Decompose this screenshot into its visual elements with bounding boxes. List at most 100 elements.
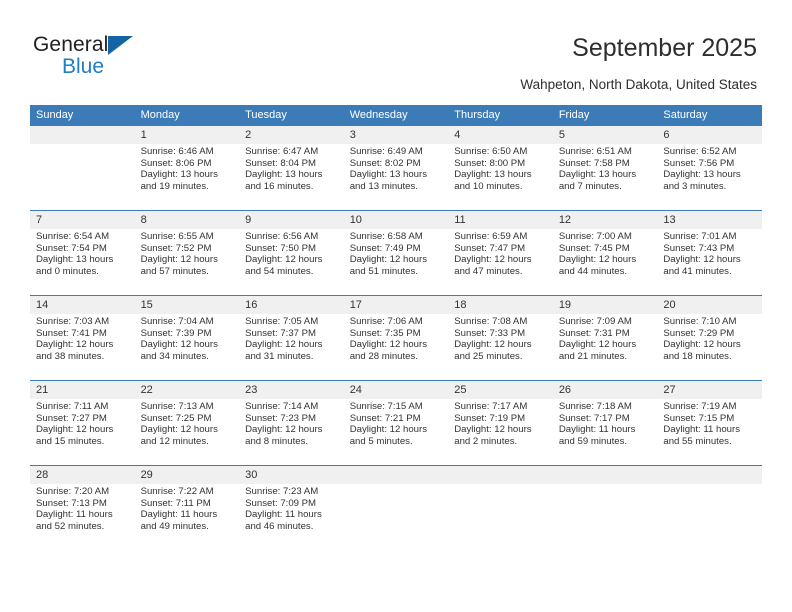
day-number[interactable]: 14 bbox=[30, 295, 135, 314]
calendar-body: 1 2 3 4 5 6 Sunrise: 6:46 AM Sunset: 8:0… bbox=[30, 126, 762, 550]
day-cell[interactable]: Sunrise: 6:55 AM Sunset: 7:52 PM Dayligh… bbox=[134, 229, 240, 296]
sunrise-text: Sunrise: 7:10 AM bbox=[663, 316, 737, 327]
day-cell[interactable]: Sunrise: 7:03 AM Sunset: 7:41 PM Dayligh… bbox=[30, 314, 135, 381]
day-number[interactable]: 18 bbox=[448, 295, 553, 314]
day-number[interactable]: 6 bbox=[657, 126, 762, 144]
page-subtitle-location: Wahpeton, North Dakota, United States bbox=[520, 77, 757, 92]
day-cell[interactable]: Sunrise: 7:00 AM Sunset: 7:45 PM Dayligh… bbox=[552, 229, 658, 296]
daylight-text-line2: and 16 minutes. bbox=[245, 180, 314, 192]
day-cell[interactable]: Sunrise: 7:13 AM Sunset: 7:25 PM Dayligh… bbox=[134, 399, 240, 466]
day-cell[interactable]: Sunrise: 7:11 AM Sunset: 7:27 PM Dayligh… bbox=[30, 399, 135, 466]
week-info-row: Sunrise: 6:54 AM Sunset: 7:54 PM Dayligh… bbox=[30, 229, 762, 296]
day-cell[interactable]: Sunrise: 7:17 AM Sunset: 7:19 PM Dayligh… bbox=[448, 399, 553, 466]
day-cell[interactable]: Sunrise: 6:50 AM Sunset: 8:00 PM Dayligh… bbox=[448, 144, 553, 211]
day-cell[interactable]: Sunrise: 6:47 AM Sunset: 8:04 PM Dayligh… bbox=[239, 144, 344, 211]
day-cell[interactable]: Sunrise: 7:01 AM Sunset: 7:43 PM Dayligh… bbox=[657, 229, 762, 296]
day-cell bbox=[343, 484, 449, 550]
day-number[interactable]: 30 bbox=[239, 465, 344, 484]
day-cell[interactable]: Sunrise: 7:18 AM Sunset: 7:17 PM Dayligh… bbox=[552, 399, 658, 466]
day-number[interactable]: 1 bbox=[134, 126, 240, 144]
day-number[interactable]: 11 bbox=[448, 210, 553, 229]
day-number[interactable]: 26 bbox=[552, 380, 658, 399]
day-number[interactable]: 4 bbox=[448, 126, 553, 144]
day-cell[interactable]: Sunrise: 6:49 AM Sunset: 8:02 PM Dayligh… bbox=[343, 144, 449, 211]
day-cell[interactable]: Sunrise: 6:54 AM Sunset: 7:54 PM Dayligh… bbox=[30, 229, 135, 296]
week-info-row: Sunrise: 7:11 AM Sunset: 7:27 PM Dayligh… bbox=[30, 399, 762, 466]
day-cell[interactable]: Sunrise: 7:20 AM Sunset: 7:13 PM Dayligh… bbox=[30, 484, 135, 550]
sunset-text: Sunset: 8:02 PM bbox=[349, 157, 421, 169]
daylight-text-line1: Daylight: 12 hours bbox=[245, 424, 323, 436]
generalblue-logo[interactable]: General Blue bbox=[33, 33, 183, 81]
sunset-text: Sunset: 7:21 PM bbox=[349, 412, 421, 424]
day-number[interactable]: 7 bbox=[30, 210, 135, 229]
day-number[interactable]: 13 bbox=[657, 210, 762, 229]
logo-triangle-icon bbox=[108, 36, 133, 55]
day-cell[interactable]: Sunrise: 7:05 AM Sunset: 7:37 PM Dayligh… bbox=[239, 314, 344, 381]
day-cell[interactable]: Sunrise: 7:14 AM Sunset: 7:23 PM Dayligh… bbox=[239, 399, 344, 466]
sunrise-text: Sunrise: 7:04 AM bbox=[140, 316, 214, 327]
day-number[interactable]: 10 bbox=[343, 210, 449, 229]
sunrise-text: Sunrise: 6:52 AM bbox=[663, 146, 737, 157]
week-number-row: 21 22 23 24 25 26 27 bbox=[30, 380, 762, 399]
day-cell[interactable]: Sunrise: 6:59 AM Sunset: 7:47 PM Dayligh… bbox=[448, 229, 553, 296]
daylight-text-line2: and 44 minutes. bbox=[558, 265, 628, 277]
daylight-text-line1: Daylight: 12 hours bbox=[558, 254, 637, 266]
daylight-text-line1: Daylight: 12 hours bbox=[663, 254, 741, 266]
sunrise-text: Sunrise: 6:46 AM bbox=[140, 146, 214, 157]
sunset-text: Sunset: 7:13 PM bbox=[36, 497, 107, 509]
day-number[interactable]: 16 bbox=[239, 295, 344, 314]
daylight-text-line1: Daylight: 12 hours bbox=[245, 339, 323, 351]
weekday-header-tuesday: Tuesday bbox=[239, 105, 344, 126]
day-number[interactable]: 23 bbox=[239, 380, 344, 399]
day-number[interactable]: 5 bbox=[552, 126, 658, 144]
sunset-text: Sunset: 7:47 PM bbox=[454, 242, 526, 254]
day-number[interactable]: 9 bbox=[239, 210, 344, 229]
day-cell[interactable]: Sunrise: 7:06 AM Sunset: 7:35 PM Dayligh… bbox=[343, 314, 449, 381]
day-cell bbox=[448, 484, 553, 550]
day-number[interactable]: 12 bbox=[552, 210, 658, 229]
day-cell[interactable]: Sunrise: 6:58 AM Sunset: 7:49 PM Dayligh… bbox=[343, 229, 449, 296]
sunrise-text: Sunrise: 7:05 AM bbox=[245, 316, 319, 327]
daylight-text-line2: and 47 minutes. bbox=[454, 265, 523, 277]
sunrise-text: Sunrise: 6:56 AM bbox=[245, 231, 319, 242]
calendar-page: General Blue September 2025 Wahpeton, No… bbox=[0, 0, 792, 612]
daylight-text-line2: and 18 minutes. bbox=[663, 350, 732, 362]
day-cell[interactable]: Sunrise: 7:08 AM Sunset: 7:33 PM Dayligh… bbox=[448, 314, 553, 381]
day-number[interactable]: 27 bbox=[657, 380, 762, 399]
day-cell[interactable]: Sunrise: 6:51 AM Sunset: 7:58 PM Dayligh… bbox=[552, 144, 658, 211]
day-number[interactable]: 15 bbox=[134, 295, 240, 314]
day-number[interactable]: 17 bbox=[343, 295, 449, 314]
day-cell[interactable]: Sunrise: 7:09 AM Sunset: 7:31 PM Dayligh… bbox=[552, 314, 658, 381]
day-number[interactable]: 20 bbox=[657, 295, 762, 314]
day-number[interactable]: 25 bbox=[448, 380, 553, 399]
day-number[interactable] bbox=[30, 126, 135, 144]
day-number[interactable]: 22 bbox=[134, 380, 240, 399]
week-number-row: 7 8 9 10 11 12 13 bbox=[30, 210, 762, 229]
day-cell[interactable]: Sunrise: 7:10 AM Sunset: 7:29 PM Dayligh… bbox=[657, 314, 762, 381]
daylight-text-line2: and 5 minutes. bbox=[349, 435, 413, 447]
day-cell[interactable]: Sunrise: 7:22 AM Sunset: 7:11 PM Dayligh… bbox=[134, 484, 240, 550]
day-number[interactable]: 8 bbox=[134, 210, 240, 229]
day-cell[interactable] bbox=[30, 144, 135, 211]
day-number[interactable]: 3 bbox=[343, 126, 449, 144]
day-number[interactable]: 21 bbox=[30, 380, 135, 399]
daylight-text-line1: Daylight: 12 hours bbox=[36, 339, 114, 351]
daylight-text-line1: Daylight: 11 hours bbox=[245, 509, 322, 521]
day-number[interactable]: 2 bbox=[239, 126, 344, 144]
weekday-header-friday: Friday bbox=[552, 105, 658, 126]
sunrise-text: Sunrise: 7:19 AM bbox=[663, 401, 737, 412]
day-cell[interactable]: Sunrise: 7:19 AM Sunset: 7:15 PM Dayligh… bbox=[657, 399, 762, 466]
daylight-text-line2: and 8 minutes. bbox=[245, 435, 309, 447]
day-cell[interactable]: Sunrise: 6:56 AM Sunset: 7:50 PM Dayligh… bbox=[239, 229, 344, 296]
day-cell[interactable]: Sunrise: 6:52 AM Sunset: 7:56 PM Dayligh… bbox=[657, 144, 762, 211]
daylight-text-line2: and 13 minutes. bbox=[349, 180, 418, 192]
day-cell[interactable]: Sunrise: 7:15 AM Sunset: 7:21 PM Dayligh… bbox=[343, 399, 449, 466]
day-cell[interactable]: Sunrise: 7:23 AM Sunset: 7:09 PM Dayligh… bbox=[239, 484, 344, 550]
day-number bbox=[343, 465, 449, 484]
day-number[interactable]: 29 bbox=[134, 465, 240, 484]
day-number[interactable]: 24 bbox=[343, 380, 449, 399]
day-number[interactable]: 28 bbox=[30, 465, 135, 484]
day-number[interactable]: 19 bbox=[552, 295, 658, 314]
day-cell[interactable]: Sunrise: 6:46 AM Sunset: 8:06 PM Dayligh… bbox=[134, 144, 240, 211]
day-cell[interactable]: Sunrise: 7:04 AM Sunset: 7:39 PM Dayligh… bbox=[134, 314, 240, 381]
